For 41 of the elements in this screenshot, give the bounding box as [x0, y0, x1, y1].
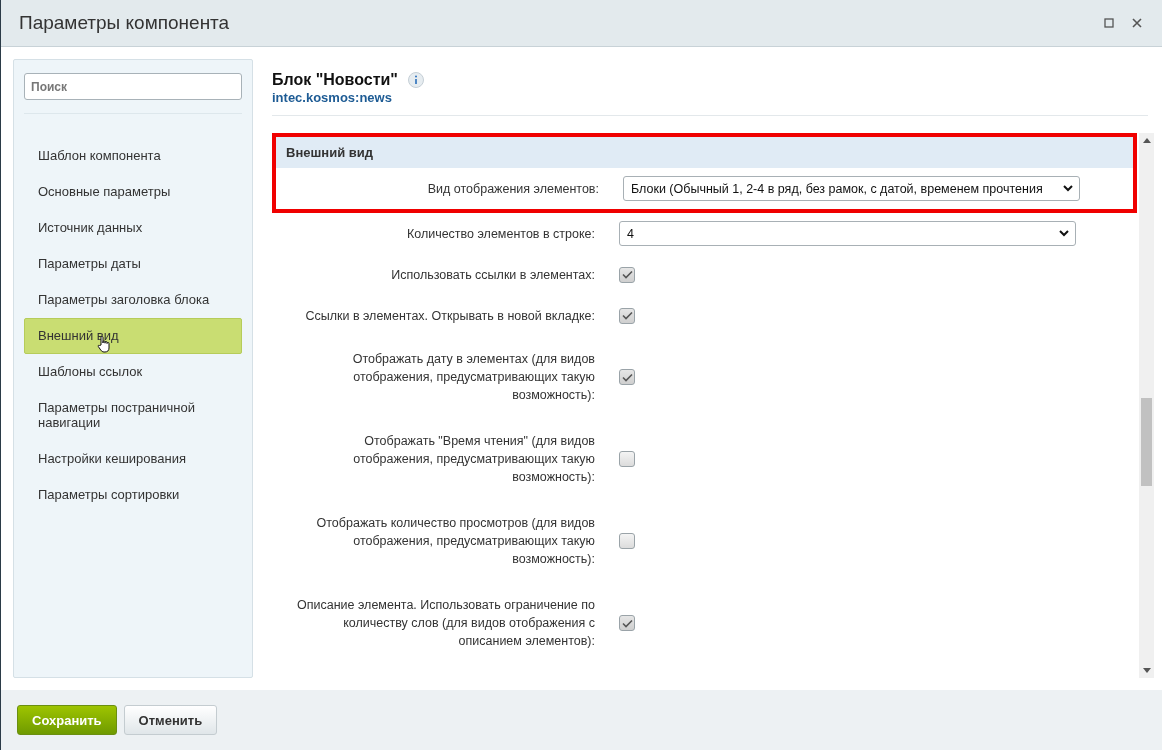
- component-title: Блок "Новости": [272, 71, 398, 89]
- sidebar-item[interactable]: Основные параметры: [24, 174, 242, 210]
- chevron-down-icon: [1059, 230, 1069, 237]
- field-label: Ссылки в элементах. Открывать в новой вкладке:: [304, 307, 595, 325]
- sidebar-item[interactable]: Шаблоны ссылок: [24, 354, 242, 390]
- component-code: intec.kosmos:news: [272, 90, 393, 105]
- sidebar-item[interactable]: Параметры заголовка блока: [24, 282, 242, 318]
- sidebar-item[interactable]: Внешний вид: [24, 318, 242, 354]
- dropdown[interactable]: Блоки (Обычный 1, 2-4 в ряд, без рамок, с датой, временем прочтения: [623, 176, 1080, 201]
- chevron-down-icon: [1063, 185, 1073, 192]
- field-label: Количество элементов в строке:: [405, 225, 595, 243]
- checkbox[interactable]: [619, 615, 635, 631]
- checkbox[interactable]: [619, 451, 635, 467]
- scrollbar-thumb[interactable]: [1141, 398, 1152, 486]
- field-label: Использовать ссылки в элементах:: [390, 266, 595, 284]
- window-title: Параметры компонента: [19, 12, 230, 34]
- field-label: Отображать "Время чтения" (для видов отображения, предусматривающих такую возможность):: [352, 433, 595, 486]
- field-label: Отображать дату в элементах (для видов отображения, предусматривающих такую возможность):: [351, 351, 595, 404]
- sidebar-item[interactable]: Настройки кеширования: [24, 441, 242, 477]
- scrollbar[interactable]: [1139, 133, 1154, 678]
- checkbox[interactable]: [619, 533, 635, 549]
- search-field[interactable]: Поиск: [24, 73, 242, 100]
- checkbox[interactable]: [619, 369, 635, 385]
- cancel-button[interactable]: Отменить: [123, 705, 218, 735]
- scroll-down-icon[interactable]: [1142, 668, 1151, 673]
- sidebar-item[interactable]: Параметры постраничной навигации: [24, 390, 242, 441]
- maximize-icon[interactable]: [1104, 18, 1114, 28]
- sidebar-item[interactable]: Шаблон компонента: [24, 138, 242, 174]
- sidebar-item[interactable]: Параметры сортировки: [24, 477, 242, 513]
- checkbox[interactable]: [619, 307, 635, 324]
- info-icon[interactable]: [407, 72, 424, 88]
- scroll-up-icon[interactable]: [1142, 138, 1151, 143]
- close-icon[interactable]: [1132, 18, 1142, 28]
- field-label: Отображать количество просмотров (для видов отображения, предусматривающих такую возможность):: [315, 515, 595, 568]
- dropdown[interactable]: 4: [619, 221, 1076, 246]
- section-title: Внешний вид: [286, 145, 373, 160]
- field-label: Вид отображения элементов:: [426, 180, 599, 198]
- sidebar-item[interactable]: Параметры даты: [24, 246, 242, 282]
- sidebar-item[interactable]: Источник данных: [24, 210, 242, 246]
- field-label: Описание элемента. Использовать ограничение по количеству слов (для видов отображения с описанием элементов):: [296, 597, 595, 650]
- checkbox[interactable]: [619, 266, 635, 283]
